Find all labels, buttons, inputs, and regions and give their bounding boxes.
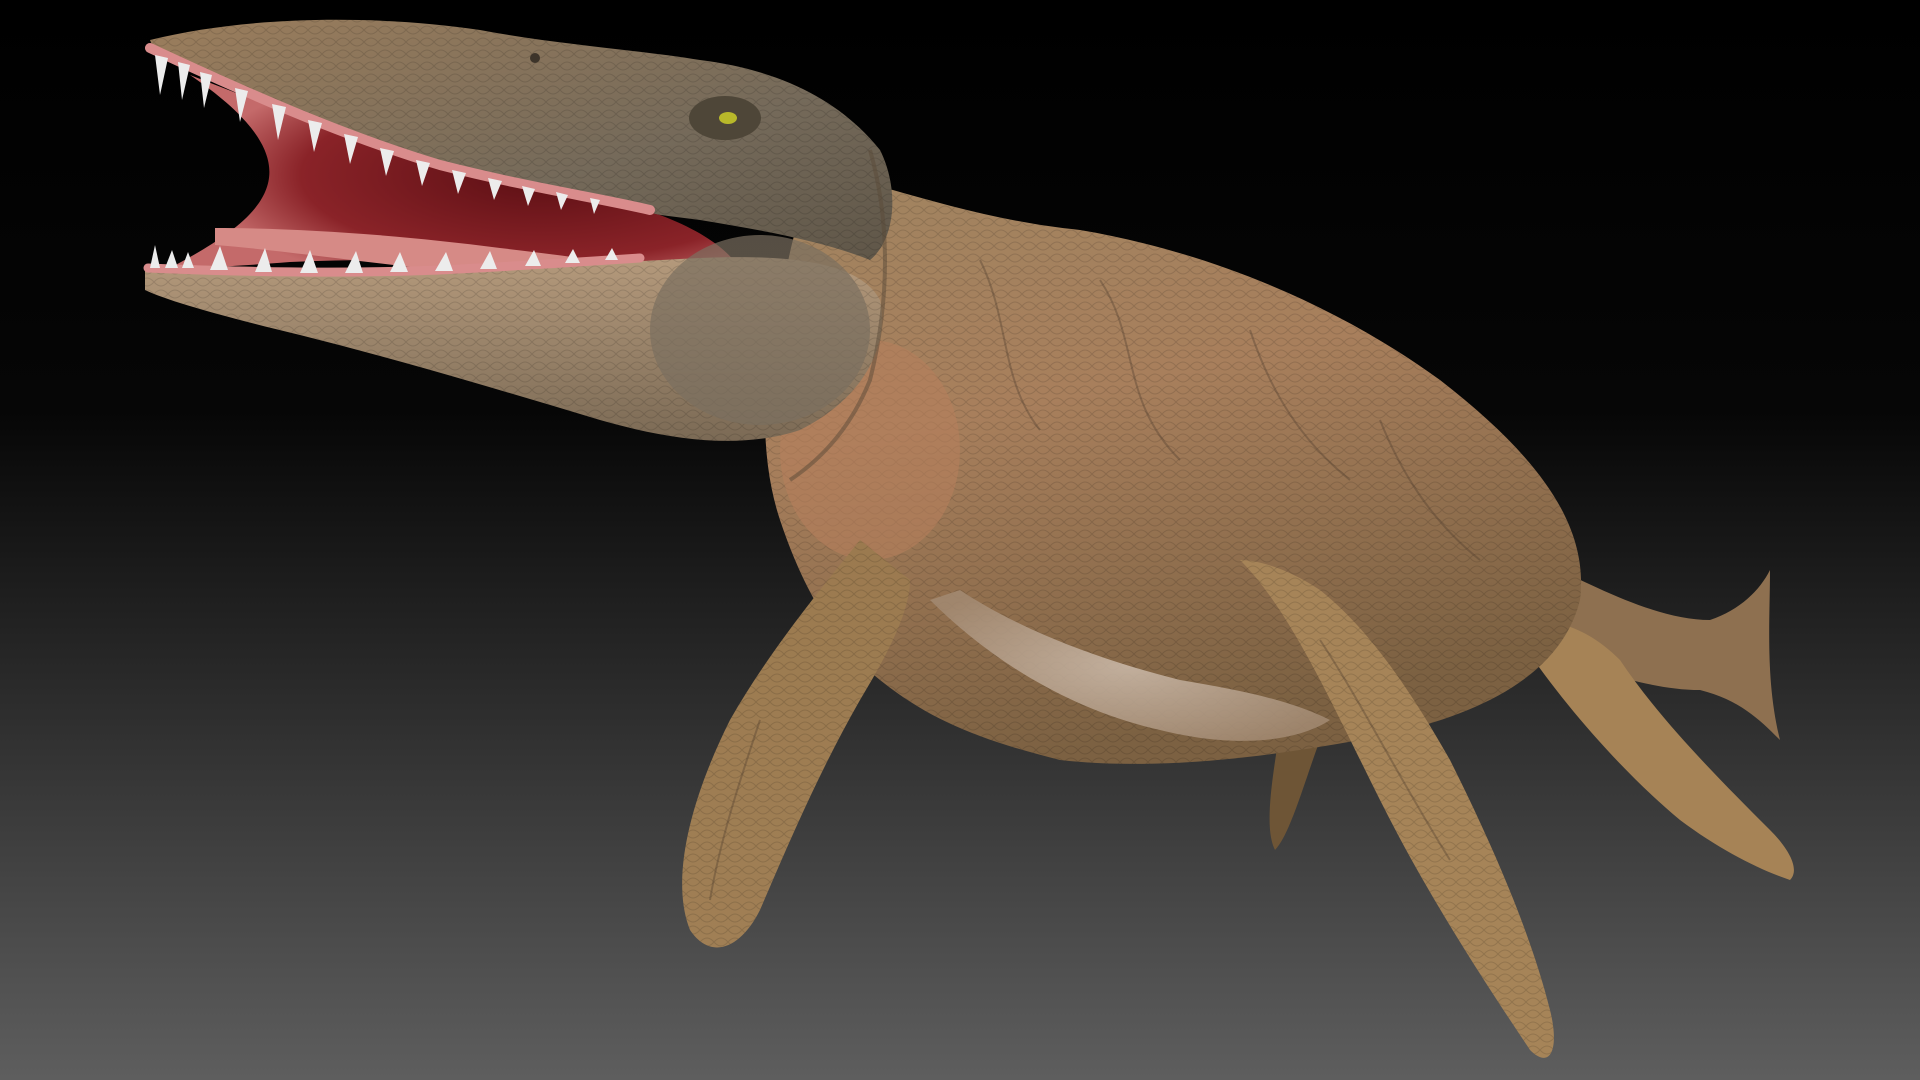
nostril: [530, 53, 540, 63]
cheek: [650, 235, 870, 425]
creature-render: [0, 0, 1920, 1080]
eye: [719, 112, 737, 124]
render-viewport: [0, 0, 1920, 1080]
